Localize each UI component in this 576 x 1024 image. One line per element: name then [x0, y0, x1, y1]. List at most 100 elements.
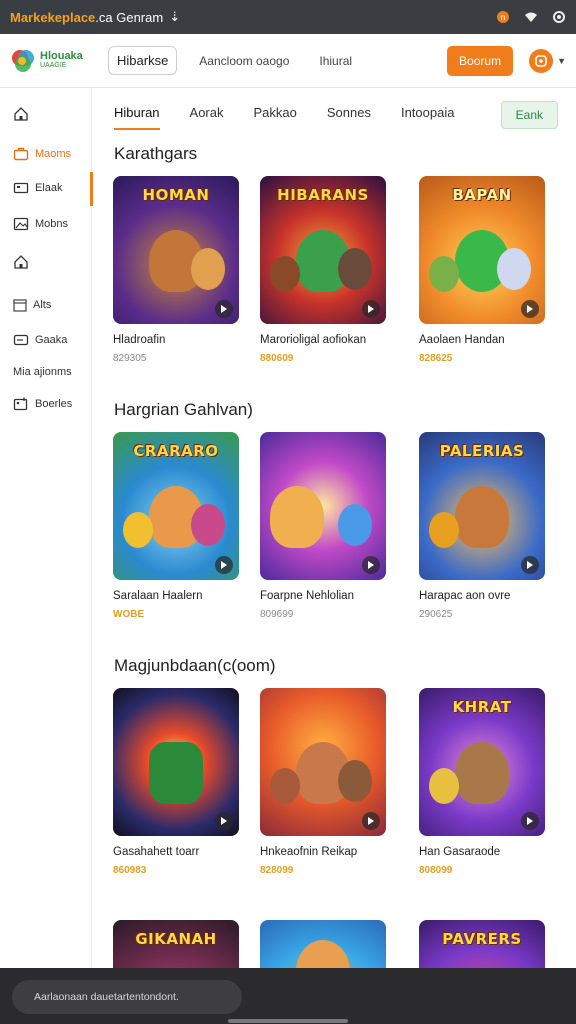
sidebar-item-mobns[interactable]: Mobns [0, 216, 92, 232]
character-art [455, 486, 509, 548]
calendar-icon [13, 299, 27, 312]
character-art [270, 486, 324, 548]
card-title: Hladroafin [113, 334, 166, 346]
sidebar-item-label: Boerles [35, 398, 73, 410]
card-title: Gasahahett toarr [113, 846, 200, 858]
card-title: Aaolaen Handan [419, 334, 505, 346]
nav-link-1[interactable]: Aancloom oaogo [199, 54, 289, 68]
thumbnail-title: BAPAN [452, 186, 512, 204]
game-thumbnail[interactable] [260, 920, 386, 968]
status-title: Markekeplace.ca Genram [10, 9, 164, 25]
card-title: Saralaan Haalern [113, 590, 203, 602]
user-icon [535, 54, 547, 67]
play-icon[interactable] [215, 556, 233, 574]
card-price: 860983 [113, 865, 147, 876]
section-title: Karathgars [114, 144, 198, 163]
sidebar-item-label: Gaaka [35, 334, 68, 346]
sidebar-item-maoms[interactable]: Maoms [0, 146, 92, 162]
card-price: 880609 [260, 353, 294, 364]
sidebar-item-elaak[interactable]: Elaak [0, 180, 92, 196]
card-price: 290625 [419, 609, 453, 620]
card-price: 829305 [113, 353, 147, 364]
tab-aorak[interactable]: Aorak [190, 105, 224, 124]
primary-cta-button[interactable]: Boorum [447, 45, 514, 76]
character-art [338, 760, 372, 802]
thumbnail-title: CRARARO [133, 442, 219, 460]
character-art [270, 768, 300, 804]
chevron-down-icon[interactable]: ▼ [557, 56, 566, 66]
tab-pakkao[interactable]: Pakkao [254, 105, 297, 124]
character-art [270, 256, 300, 292]
card-price: 828625 [419, 353, 453, 364]
thumbnail-title: PALERIAS [439, 442, 525, 460]
play-icon[interactable] [215, 812, 233, 830]
home-icon [14, 255, 28, 269]
toast-message[interactable]: Aarlaonaan dauetartentondont. [12, 980, 242, 1014]
nav-item-active[interactable]: Hibarkse [108, 46, 178, 75]
main-content: Hiburan Aorak Pakkao Sonnes Intoopaia Ea… [92, 88, 576, 968]
game-thumbnail[interactable]: GIKANAH [113, 920, 239, 968]
logo-mark-icon [12, 49, 34, 72]
card-price: 828099 [260, 865, 294, 876]
play-icon[interactable] [362, 812, 380, 830]
game-thumbnail[interactable]: PALERIAS [419, 432, 545, 580]
character-art [296, 940, 350, 968]
play-icon[interactable] [362, 300, 380, 318]
sidebar-item-label: Mobns [35, 218, 69, 230]
briefcase-icon [13, 147, 29, 161]
section-title: Hargrian Gahlvan) [114, 400, 253, 419]
sidebar-item-mia[interactable]: Mia ajionms [0, 366, 92, 378]
card-price: 808099 [419, 865, 453, 876]
character-art [429, 512, 459, 548]
play-icon[interactable] [215, 300, 233, 318]
sidebar-item-home[interactable] [0, 106, 92, 122]
character-art [338, 504, 372, 546]
gallery-icon [13, 397, 28, 411]
game-thumbnail[interactable]: KHRAT [419, 688, 545, 836]
nav-link-2[interactable]: Ihiural [319, 54, 352, 68]
game-thumbnail[interactable]: BAPAN [419, 176, 545, 324]
wifi-icon [525, 12, 537, 22]
image-icon [13, 217, 29, 231]
tab-hiburan[interactable]: Hiburan [114, 105, 160, 130]
game-thumbnail[interactable]: PAVRERS [419, 920, 545, 968]
logo-subtitle: UAAGIE [40, 61, 67, 69]
character-art [123, 512, 153, 548]
app-logo[interactable]: Hlouaka UAAGIE [10, 48, 98, 74]
sidebar-item-gaaka[interactable]: Gaaka [0, 332, 92, 348]
sidebar-item-home-2[interactable] [0, 254, 92, 270]
game-thumbnail[interactable] [260, 688, 386, 836]
folder-icon [13, 182, 29, 194]
game-thumbnail[interactable]: HOMAN [113, 176, 239, 324]
tab-sonnes[interactable]: Sonnes [327, 105, 371, 124]
card-price: 809699 [260, 609, 294, 620]
sidebar-item-label: Maoms [35, 148, 72, 160]
play-icon[interactable] [362, 556, 380, 574]
app-header: Hlouaka UAAGIE Hibarkse Aancloom oaogo I… [0, 34, 576, 88]
sidebar-item-alts[interactable]: Alts [0, 298, 92, 312]
play-icon[interactable] [521, 812, 539, 830]
notification-icon: n [497, 11, 509, 23]
game-thumbnail[interactable]: HIBARANS [260, 176, 386, 324]
play-icon[interactable] [521, 556, 539, 574]
thumbnail-title: KHRAT [452, 698, 512, 716]
play-icon[interactable] [521, 300, 539, 318]
game-thumbnail[interactable] [113, 688, 239, 836]
character-art [429, 256, 459, 292]
game-thumbnail[interactable] [260, 432, 386, 580]
character-art [497, 248, 531, 290]
character-art [191, 248, 225, 290]
card-title: Foarpne Nehlolian [260, 590, 354, 602]
tab-intoopaia[interactable]: Intoopaia [401, 105, 455, 124]
character-art [455, 742, 509, 804]
card-title: Harapac aon ovre [419, 590, 511, 602]
sidebar-item-boerles[interactable]: Boerles [0, 396, 92, 412]
card-title: Han Gasaraode [419, 846, 501, 858]
home-indicator[interactable] [228, 1019, 348, 1023]
sidebar-item-label: Elaak [35, 182, 63, 194]
thumbnail-title: PAVRERS [442, 930, 522, 948]
game-thumbnail[interactable]: CRARARO [113, 432, 239, 580]
avatar[interactable] [529, 48, 554, 73]
eank-button[interactable]: Eank [500, 101, 558, 129]
card-price: WOBE [113, 609, 145, 620]
